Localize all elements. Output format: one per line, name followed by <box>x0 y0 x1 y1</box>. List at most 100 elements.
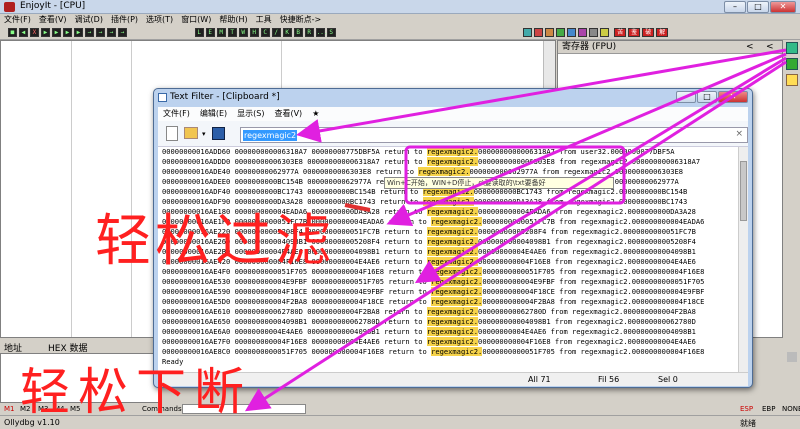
list-item[interactable]: 00000000016AE7F0 000000000004F16E8 00000… <box>162 337 738 347</box>
list-item[interactable]: 00000000016AE650 000000000004098B1 00000… <box>162 317 738 327</box>
reg-esp-label[interactable]: ESP <box>740 405 753 413</box>
tool-button[interactable]: 苦 <box>614 28 627 37</box>
toolbar-t-button[interactable]: T <box>227 28 237 37</box>
menu-plugins[interactable]: 插件(P) <box>107 14 142 26</box>
maximize-button[interactable]: □ <box>747 1 769 13</box>
reg-none-label[interactable]: NONE <box>782 405 800 413</box>
plugin-icon[interactable] <box>589 28 599 37</box>
toolbar-button[interactable]: ■ <box>7 28 17 37</box>
toolbar-button[interactable]: → <box>106 28 116 37</box>
note-icon[interactable] <box>786 74 798 86</box>
plugin-icon[interactable] <box>567 28 577 37</box>
toolbar-r-button[interactable]: R <box>304 28 314 37</box>
list-item[interactable]: 00000000016ADDD0 00000000006303E8 000000… <box>162 157 738 167</box>
dialog-maximize-button[interactable]: □ <box>697 91 717 103</box>
results-scrollbar[interactable] <box>738 147 748 372</box>
menu-view[interactable]: 查看(V) <box>35 14 71 26</box>
tab-m1[interactable]: M1 <box>4 405 15 413</box>
tool-button[interactable]: 鉴 <box>628 28 641 37</box>
toolbar-button[interactable]: ▶ <box>73 28 83 37</box>
row-text: 000000000004F16E8 from regexmagic2.00000… <box>478 257 696 266</box>
clear-icon[interactable]: × <box>735 129 743 139</box>
minimize-button[interactable]: – <box>724 1 746 13</box>
row-text: 000000000004E9FBF from regexmagic2.00000… <box>482 277 705 286</box>
toolbar-button[interactable]: ▶ <box>51 28 61 37</box>
toolbar-button[interactable]: → <box>95 28 105 37</box>
toolbar-slash-button[interactable]: / <box>271 28 281 37</box>
menu-file[interactable]: 文件(F) <box>0 14 35 26</box>
row-text: 000000000004098B1 from regexmagic2.00000… <box>478 237 696 246</box>
menu-debug[interactable]: 调试(D) <box>71 14 107 26</box>
row-text: 0000000000006318A7 from user32.000000007… <box>478 147 675 156</box>
toolbar-m-button[interactable]: M <box>216 28 226 37</box>
tool-button[interactable]: 破 <box>642 28 655 37</box>
plugin-icon[interactable] <box>556 28 566 37</box>
dialog-menu-edit[interactable]: 编辑(E) <box>195 107 232 121</box>
row-text: 000000000004098B1 from regexmagic2.00000… <box>478 317 696 326</box>
menu-options[interactable]: 选项(T) <box>142 14 177 26</box>
dialog-menu-display[interactable]: 显示(S) <box>232 107 269 121</box>
dialog-menu-star[interactable]: ★ <box>307 107 324 121</box>
scroll-icon[interactable] <box>787 352 797 362</box>
plugin-icon[interactable] <box>545 28 555 37</box>
list-item[interactable]: 00000000016ADE40 00000000062977A 0000000… <box>162 167 738 177</box>
list-item[interactable]: 00000000016AE6A0 00000000004E4AE6 000000… <box>162 327 738 337</box>
plugin-icon[interactable] <box>600 28 610 37</box>
dialog-minimize-button[interactable]: – <box>676 91 696 103</box>
chevron-down-icon[interactable]: ▾ <box>202 130 206 138</box>
match-highlight: regexmagic2. <box>418 167 470 176</box>
dialog-icon <box>158 93 167 102</box>
toolbar-e-button[interactable]: E <box>205 28 215 37</box>
row-text: 0000000000DA3A28 from regexmagic2.000000… <box>473 197 688 206</box>
tool-button[interactable]: 解 <box>656 28 669 37</box>
match-highlight: regexmagic2. <box>426 337 479 346</box>
match-highlight: regexmagic2. <box>431 287 483 296</box>
stack-scrollbar[interactable] <box>772 339 784 405</box>
open-folder-icon[interactable] <box>184 127 198 139</box>
row-text: 000000000004F18CE from regexmagic2.00000… <box>482 287 705 296</box>
toolbar-w-button[interactable]: W <box>238 28 248 37</box>
toolbar-button[interactable]: ▶ <box>62 28 72 37</box>
scroll-thumb[interactable] <box>740 161 747 221</box>
row-text: 000000000004EADA6 from regexmagic2.00000… <box>478 207 696 216</box>
match-highlight: regexmagic2. <box>426 327 479 336</box>
list-item[interactable]: 00000000016AE530 000000000004E9FBF 00000… <box>162 277 738 287</box>
toolbar-s-button[interactable]: S <box>326 28 336 37</box>
dialog-menu-file[interactable]: 文件(F) <box>158 107 195 121</box>
menu-tools[interactable]: 工具 <box>252 14 276 26</box>
toolbar-button[interactable]: → <box>84 28 94 37</box>
pin-icon[interactable] <box>786 42 798 54</box>
close-button[interactable]: ✕ <box>770 1 796 13</box>
toolbar-button[interactable]: ▶ <box>40 28 50 37</box>
toolbar-l-button[interactable]: L <box>194 28 204 37</box>
toolbar-dots-button[interactable]: ... <box>315 28 327 37</box>
save-icon[interactable] <box>212 127 225 140</box>
reg-nav-next[interactable]: < <box>766 42 774 52</box>
dialog-close-button[interactable]: ✕ <box>718 91 748 103</box>
list-item[interactable]: 00000000016AE5D0 000000000004F2BA8 00000… <box>162 297 738 307</box>
filter-search-input[interactable]: regexmagic2 × <box>240 127 748 143</box>
plugin-icon[interactable] <box>523 28 533 37</box>
menu-help[interactable]: 帮助(H) <box>215 14 251 26</box>
menu-quick-breakpoint[interactable]: 快捷断点-> <box>276 14 326 26</box>
menu-window[interactable]: 窗口(W) <box>177 14 215 26</box>
reg-nav-prev[interactable]: < <box>746 42 754 52</box>
row-text: 00000000016AE5D0 000000000004F2BA8 00000… <box>162 297 432 306</box>
list-item[interactable]: 00000000016ADD60 000000000006318A7 00000… <box>162 147 738 157</box>
list-item[interactable]: 00000000016AE610 000000000062780D 000000… <box>162 307 738 317</box>
match-highlight: regexmagic2. <box>426 247 479 256</box>
reg-ebp-label[interactable]: EBP <box>762 405 775 413</box>
toolbar-button[interactable]: X <box>29 28 39 37</box>
plugin-icon[interactable] <box>534 28 544 37</box>
toolbar-h-button[interactable]: H <box>249 28 259 37</box>
tool-icon[interactable] <box>786 58 798 70</box>
dialog-menu-view[interactable]: 查看(V) <box>269 107 307 121</box>
plugin-icon[interactable] <box>578 28 588 37</box>
toolbar-c-button[interactable]: C <box>260 28 270 37</box>
toolbar-k-button[interactable]: K <box>282 28 292 37</box>
toolbar-b-button[interactable]: B <box>293 28 303 37</box>
new-file-icon[interactable] <box>166 126 178 141</box>
toolbar-button[interactable]: ◀ <box>18 28 28 37</box>
list-item[interactable]: 00000000016AE590 000000000004F18CE 00000… <box>162 287 738 297</box>
toolbar-button[interactable]: → <box>117 28 127 37</box>
